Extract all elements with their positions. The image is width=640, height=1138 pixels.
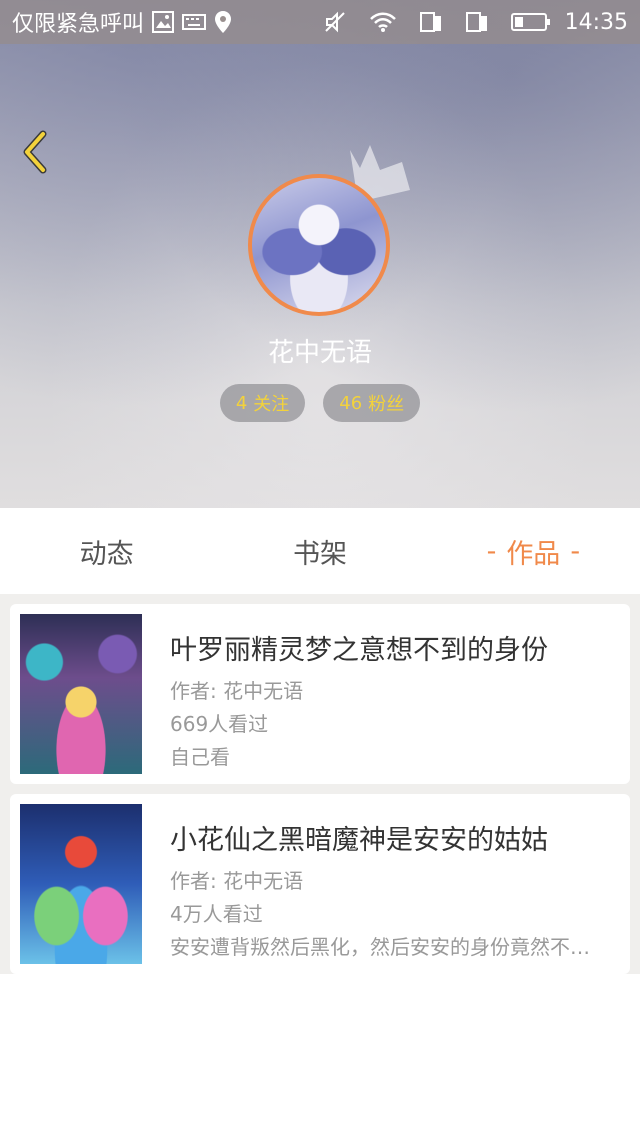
fans-count: 46 [339,392,363,414]
tab-active-dash-left: - [486,535,497,567]
fans-button[interactable]: 46 粉丝 [323,384,421,422]
profile-stats: 4 关注 46 粉丝 [0,384,640,422]
tab-activity-label: 动态 [79,538,134,570]
wifi-icon [369,11,397,33]
work-author: 作者: 花中无语 [170,679,304,703]
work-item[interactable]: 叶罗丽精灵梦之意想不到的身份 作者: 花中无语 669人看过 自己看 [10,604,630,784]
profile-tabs: 动态 书架 - 作品 - [0,508,640,594]
fans-label: 粉丝 [368,394,405,415]
work-item[interactable]: 小花仙之黑暗魔神是安安的姑姑 作者: 花中无语 4万人看过 安安遭背叛然后黑化，… [10,794,630,974]
work-author: 作者: 花中无语 [170,869,304,893]
work-cover-image [20,614,142,774]
works-list: 叶罗丽精灵梦之意想不到的身份 作者: 花中无语 669人看过 自己看 小花仙之黑… [0,594,640,974]
work-views: 4万人看过 [170,902,263,926]
carrier-text: 仅限紧急呼叫 [12,12,145,37]
tab-works-label: 作品 [506,538,561,570]
back-button[interactable] [14,128,54,176]
sim1-signal-icon [419,10,443,34]
tab-works[interactable]: - 作品 - [427,508,640,594]
work-info: 叶罗丽精灵梦之意想不到的身份 作者: 花中无语 669人看过 自己看 [170,614,620,774]
tab-bookshelf[interactable]: 书架 [213,508,426,594]
work-cover-image [20,804,142,964]
clock-time: 14:35 [564,9,628,35]
status-bar: 仅限紧急呼叫 14:35 [0,0,640,44]
following-label: 关注 [253,394,290,415]
work-title: 小花仙之黑暗魔神是安安的姑姑 [170,825,548,856]
work-views: 669人看过 [170,712,269,736]
following-count: 4 [235,392,248,414]
username: 花中无语 [267,338,372,368]
image-notification-icon [152,11,175,33]
tab-bookshelf-label: 书架 [292,538,347,570]
chevron-left-icon [23,130,47,174]
work-title: 叶罗丽精灵梦之意想不到的身份 [170,635,548,666]
work-info: 小花仙之黑暗魔神是安安的姑姑 作者: 花中无语 4万人看过 安安遭背叛然后黑化，… [170,804,620,964]
avatar-image [248,174,390,316]
work-description: 安安遭背叛然后黑化，然后安安的身份竟然不… [170,935,590,959]
profile-header: 仅限紧急呼叫 14:35 花中无语 4 关注 46 粉丝 [0,0,640,508]
tab-active-dash-right: - [570,535,581,567]
location-icon [214,10,232,34]
keyboard-icon [182,13,207,31]
avatar[interactable] [248,174,390,316]
tab-activity[interactable]: 动态 [0,508,213,594]
silent-mode-icon [323,10,347,34]
battery-icon [510,11,551,33]
work-description: 自己看 [170,745,230,769]
sim2-signal-icon [465,10,489,34]
following-button[interactable]: 4 关注 [219,384,306,422]
